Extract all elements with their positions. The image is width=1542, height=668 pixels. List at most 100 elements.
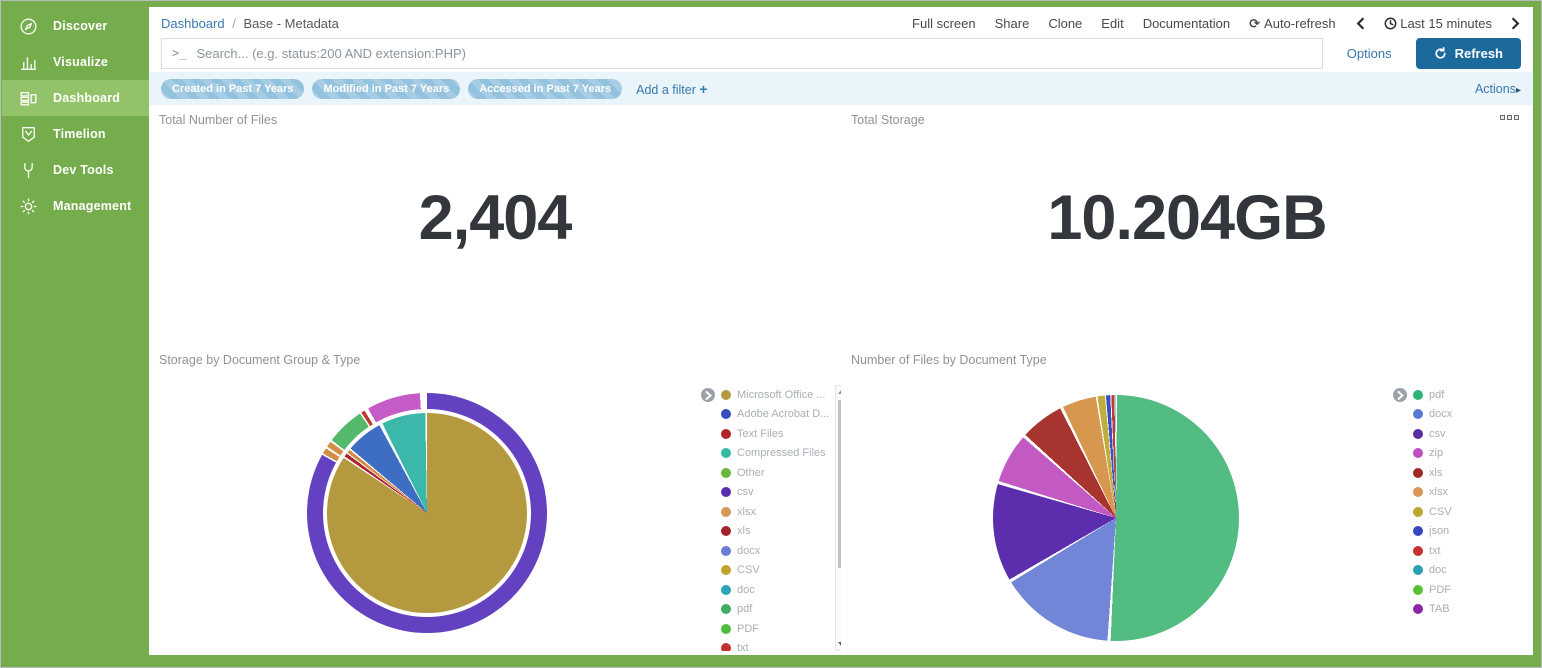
panel-options-icon[interactable] <box>1500 115 1519 120</box>
legend-color-dot <box>1413 409 1423 419</box>
sidebar-nav: DiscoverVisualizeDashboardTimelionDev To… <box>2 2 149 656</box>
menu-item-documentation[interactable]: Documentation <box>1143 16 1230 31</box>
search-input[interactable] <box>196 46 1311 61</box>
legend-collapse-toggle[interactable] <box>701 388 715 402</box>
refresh-icon <box>1434 47 1447 60</box>
auto-refresh-button[interactable]: ⟳Auto-refresh <box>1249 16 1335 32</box>
top-nav: Dashboard / Base - Metadata Full screen S… <box>149 7 1533 34</box>
legend-color-dot <box>721 643 731 651</box>
legend-color-dot <box>1413 604 1423 614</box>
legend-color-dot <box>1413 546 1423 556</box>
files-pie-legend: pdfdocxcsvzipxlsxlsxCSVjsontxtdocPDFTAB <box>1393 385 1513 651</box>
legend-item-doc[interactable]: doc <box>721 580 847 600</box>
legend-color-dot <box>721 448 731 458</box>
legend-color-dot <box>721 468 731 478</box>
panel-files-by-document-type: Number of Files by Document Type pdfdocx… <box>841 345 1533 655</box>
legend-color-dot <box>721 390 731 400</box>
legend-color-dot <box>721 507 731 517</box>
sidebar-item-dev-tools[interactable]: Dev Tools <box>2 152 149 188</box>
time-range-picker[interactable]: Last 15 minutes <box>1384 16 1492 31</box>
panel-total-number-of-files: Total Number of Files 2,404 <box>149 105 841 345</box>
storage-pie-inner-ring[interactable] <box>327 413 527 613</box>
sidebar-item-timelion[interactable]: Timelion <box>2 116 149 152</box>
storage-pie-legend: Microsoft Office ...Adobe Acrobat D...Te… <box>701 385 847 651</box>
panel-title: Storage by Document Group & Type <box>159 353 360 367</box>
sidebar-item-discover[interactable]: Discover <box>2 8 149 44</box>
menu-item-full-screen[interactable]: Full screen <box>912 16 976 31</box>
legend-color-dot <box>1413 448 1423 458</box>
legend-color-dot <box>1413 487 1423 497</box>
breadcrumb: Dashboard / Base - Metadata <box>161 16 339 31</box>
time-forward-button[interactable] <box>1511 16 1521 31</box>
legend-item-xlsx[interactable]: xlsx <box>1413 483 1513 503</box>
legend-item-doc[interactable]: doc <box>1413 561 1513 581</box>
legend-color-dot <box>1413 565 1423 575</box>
panel-title: Number of Files by Document Type <box>851 353 1047 367</box>
legend-item-pdf[interactable]: PDF <box>1413 580 1513 600</box>
legend-item-txt[interactable]: txt <box>721 639 847 652</box>
legend-item-compressed-files[interactable]: Compressed Files <box>721 444 847 464</box>
legend-item-txt[interactable]: txt <box>1413 541 1513 561</box>
compass-icon <box>18 16 39 37</box>
sidebar-item-dashboard[interactable]: Dashboard <box>2 80 149 116</box>
legend-item-tab[interactable]: TAB <box>1413 600 1513 620</box>
legend-item-pdf[interactable]: pdf <box>1413 385 1513 405</box>
files-pie-chart[interactable] <box>993 395 1239 641</box>
storage-pie-outer-ring[interactable] <box>307 393 547 633</box>
legend-collapse-toggle[interactable] <box>1393 388 1407 402</box>
legend-item-text-files[interactable]: Text Files <box>721 424 847 444</box>
legend-item-csv[interactable]: csv <box>721 483 847 503</box>
legend-color-dot <box>721 487 731 497</box>
menu-item-share[interactable]: Share <box>995 16 1030 31</box>
sidebar-item-visualize[interactable]: Visualize <box>2 44 149 80</box>
legend-color-dot <box>1413 507 1423 517</box>
refresh-button[interactable]: Refresh <box>1416 38 1521 69</box>
breadcrumb-current: Base - Metadata <box>243 16 338 31</box>
legend-color-dot <box>721 604 731 614</box>
legend-item-docx[interactable]: docx <box>721 541 847 561</box>
legend-item-xls[interactable]: xls <box>721 522 847 542</box>
legend-item-other[interactable]: Other <box>721 463 847 483</box>
legend-item-pdf[interactable]: PDF <box>721 619 847 639</box>
menu-item-edit[interactable]: Edit <box>1101 16 1123 31</box>
legend-color-dot <box>721 526 731 536</box>
legend-rows: Microsoft Office ...Adobe Acrobat D...Te… <box>721 385 847 651</box>
wrench-icon <box>18 160 39 181</box>
legend-item-zip[interactable]: zip <box>1413 444 1513 464</box>
panel-title: Total Storage <box>851 113 925 127</box>
gear-icon <box>18 196 39 217</box>
legend-item-xls[interactable]: xls <box>1413 463 1513 483</box>
legend-color-dot <box>721 409 731 419</box>
legend-item-xlsx[interactable]: xlsx <box>721 502 847 522</box>
sidebar-item-management[interactable]: Management <box>2 188 149 224</box>
panel-title: Total Number of Files <box>159 113 277 127</box>
legend-rows: pdfdocxcsvzipxlsxlsxCSVjsontxtdocPDFTAB <box>1413 385 1513 619</box>
legend-item-csv[interactable]: CSV <box>1413 502 1513 522</box>
menu-item-clone[interactable]: Clone <box>1048 16 1082 31</box>
clock-icon <box>1384 17 1397 30</box>
legend-color-dot <box>1413 526 1423 536</box>
legend-item-csv[interactable]: csv <box>1413 424 1513 444</box>
breadcrumb-dashboard-link[interactable]: Dashboard <box>161 16 225 31</box>
terminal-prompt-icon: >_ <box>172 46 186 60</box>
legend-color-dot <box>1413 468 1423 478</box>
legend-item-json[interactable]: json <box>1413 522 1513 542</box>
legend-item-adobe-acrobat-d-[interactable]: Adobe Acrobat D... <box>721 405 847 425</box>
legend-color-dot <box>721 429 731 439</box>
app-window: DiscoverVisualizeDashboardTimelionDev To… <box>0 0 1542 668</box>
legend-item-csv[interactable]: CSV <box>721 561 847 581</box>
add-filter-button[interactable]: Add a filter + <box>636 81 707 97</box>
filter-pill[interactable]: Modified in Past 7 Years <box>312 79 460 99</box>
legend-color-dot <box>1413 429 1423 439</box>
actions-link[interactable]: Actions▸ <box>1475 82 1521 96</box>
auto-refresh-icon: ⟳ <box>1249 16 1260 31</box>
legend-color-dot <box>721 585 731 595</box>
filter-bar: Created in Past 7 Years Modified in Past … <box>149 72 1533 105</box>
legend-item-pdf[interactable]: pdf <box>721 600 847 620</box>
options-link[interactable]: Options <box>1347 46 1392 61</box>
filter-pill[interactable]: Accessed in Past 7 Years <box>468 79 622 99</box>
time-back-button[interactable] <box>1355 16 1365 31</box>
legend-item-microsoft-office-[interactable]: Microsoft Office ... <box>721 385 847 405</box>
filter-pill[interactable]: Created in Past 7 Years <box>161 79 304 99</box>
legend-item-docx[interactable]: docx <box>1413 405 1513 425</box>
